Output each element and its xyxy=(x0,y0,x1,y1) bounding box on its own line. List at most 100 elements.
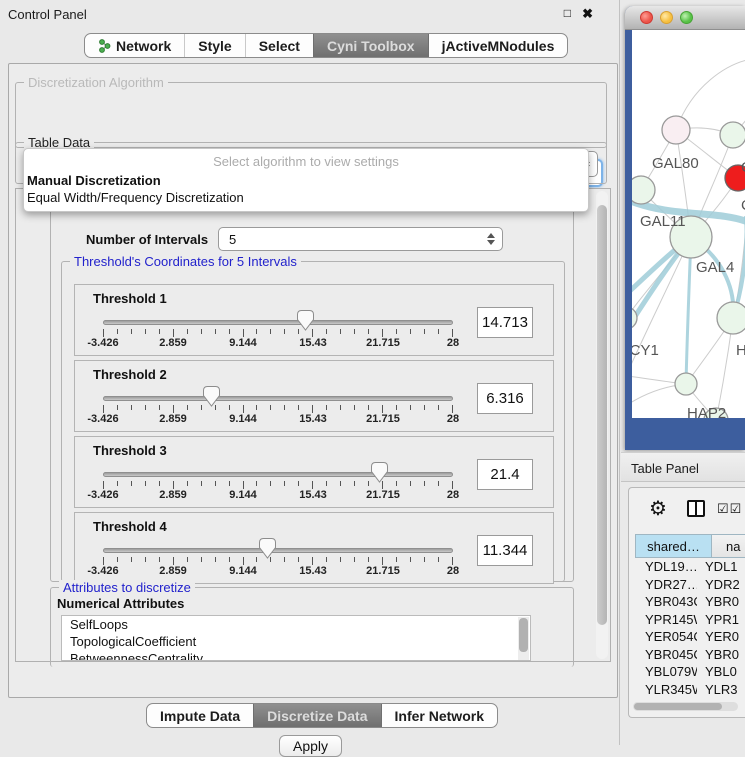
tick-label: 2.859 xyxy=(143,489,203,501)
threshold-1-slider-track[interactable] xyxy=(103,320,453,325)
column-header-name[interactable]: na xyxy=(712,535,745,557)
threshold-1-value-field[interactable]: 14.713 xyxy=(477,307,533,338)
tick-label: -3.426 xyxy=(73,565,133,577)
threshold-3-slider-track[interactable] xyxy=(103,472,453,477)
network-node[interactable] xyxy=(675,373,697,395)
network-node-label: G xyxy=(741,159,745,176)
threshold-4-slider-thumb[interactable] xyxy=(259,538,276,559)
tab-jactivemnodules[interactable]: jActiveMNodules xyxy=(428,34,568,57)
table-row[interactable]: YPR145WYPR1 xyxy=(635,611,745,629)
tab-network-label: Network xyxy=(116,38,171,54)
cell-name: YDR2 xyxy=(697,577,745,592)
checkbox-icons[interactable]: ☑☑ xyxy=(717,501,742,517)
attribute-item-selfloops[interactable]: SelfLoops xyxy=(62,616,530,633)
attributes-scrollbar[interactable] xyxy=(518,617,529,661)
settings-vertical-scrollbar[interactable] xyxy=(596,191,608,659)
threshold-1-label: Threshold 1 xyxy=(93,291,167,306)
bottom-tab-impute-data[interactable]: Impute Data xyxy=(147,704,253,727)
tick-label: 21.715 xyxy=(353,337,413,349)
algorithm-dropdown-prompt: Select algorithm to view settings xyxy=(24,152,588,172)
network-node[interactable] xyxy=(720,122,745,148)
apply-button[interactable]: Apply xyxy=(279,735,342,757)
float-window-icon[interactable]: □ xyxy=(564,6,571,20)
tick-label: 9.144 xyxy=(213,565,273,577)
cell-shared-name: YLR345W xyxy=(635,682,697,697)
network-node[interactable] xyxy=(717,302,745,334)
threshold-2-label: Threshold 2 xyxy=(93,367,167,382)
discretization-algorithm-title: Discretization Algorithm xyxy=(24,75,168,90)
network-node[interactable] xyxy=(662,116,690,144)
threshold-2-panel: Threshold 2-3.4262.8599.14415.4321.71528… xyxy=(74,360,554,432)
number-of-intervals-label: Number of Intervals xyxy=(86,232,208,247)
close-traffic-light-icon[interactable] xyxy=(640,11,653,24)
window-title: Control Panel xyxy=(8,7,87,22)
table-row[interactable]: YBR043CYBR0 xyxy=(635,593,745,611)
minimize-traffic-light-icon[interactable] xyxy=(660,11,673,24)
network-node-label: C xyxy=(741,197,745,214)
attribute-item-topologicalcoefficient[interactable]: TopologicalCoefficient xyxy=(62,633,530,650)
table-row[interactable]: YIL052CYIL0 xyxy=(635,698,745,700)
numerical-attributes-list[interactable]: SelfLoopsTopologicalCoefficientBetweenne… xyxy=(61,615,531,661)
gear-icon[interactable]: ⚙ xyxy=(649,496,667,521)
table-row[interactable]: YDL19…YDL1 xyxy=(635,558,745,576)
network-node[interactable] xyxy=(632,176,655,204)
close-window-icon[interactable]: ✖ xyxy=(582,6,593,22)
tab-cyni-toolbox-label: Cyni Toolbox xyxy=(327,38,415,54)
table-row[interactable]: YLR345WYLR3 xyxy=(635,681,745,699)
algorithm-option-equal-width-frequency-discretization[interactable]: Equal Width/Frequency Discretization xyxy=(24,189,588,206)
threshold-3-label: Threshold 3 xyxy=(93,443,167,458)
zoom-traffic-light-icon[interactable] xyxy=(680,11,693,24)
table-panel-titlebar: Table Panel xyxy=(621,452,745,482)
threshold-3-slider-thumb[interactable] xyxy=(371,462,388,483)
cell-name: YBL0 xyxy=(697,664,745,679)
cell-name: YDL1 xyxy=(697,559,745,574)
network-node-label: GAL80 xyxy=(652,155,699,172)
right-column: GAL80GCGAL11GAL4GCY1HHAP2 Table Panel ⚙ … xyxy=(621,0,745,745)
discretization-algorithm-group: Discretization Algorithm xyxy=(15,82,607,148)
tab-cyni-toolbox[interactable]: Cyni Toolbox xyxy=(313,34,428,57)
cell-shared-name: YIL052C xyxy=(635,699,697,700)
threshold-3-value-field[interactable]: 21.4 xyxy=(477,459,533,490)
tab-select[interactable]: Select xyxy=(245,34,313,57)
tick-label: 28 xyxy=(423,489,483,501)
table-row[interactable]: YBL079WYBL0 xyxy=(635,663,745,681)
tab-style[interactable]: Style xyxy=(184,34,244,57)
tick-label: 2.859 xyxy=(143,413,203,425)
network-canvas[interactable]: GAL80GCGAL11GAL4GCY1HHAP2 xyxy=(632,30,745,418)
cell-shared-name: YER054C xyxy=(635,629,697,644)
table-row[interactable]: YER054CYER0 xyxy=(635,628,745,646)
cell-shared-name: YPR145W xyxy=(635,612,697,627)
threshold-4-slider-track[interactable] xyxy=(103,548,453,553)
bottom-tab-discretize-data[interactable]: Discretize Data xyxy=(253,704,380,727)
algorithm-option-manual-discretization[interactable]: Manual Discretization xyxy=(24,172,588,189)
cell-name: YER0 xyxy=(697,629,745,644)
table-row[interactable]: YBR045CYBR0 xyxy=(635,646,745,664)
threshold-3-ticks xyxy=(103,481,453,489)
network-edge-thick[interactable] xyxy=(686,237,691,384)
threshold-1-slider-thumb[interactable] xyxy=(297,310,314,331)
algorithm-dropdown-popup: Select algorithm to view settings Manual… xyxy=(23,148,589,212)
network-edge[interactable] xyxy=(676,60,745,130)
node-table[interactable]: shared…naYDL19…YDL1YDR27…YDR2YBR043CYBR0… xyxy=(635,534,745,700)
tick-label: 28 xyxy=(423,337,483,349)
column-header-shared-name[interactable]: shared… xyxy=(636,535,712,557)
network-node-label: HAP2 xyxy=(687,405,726,418)
tab-network[interactable]: Network xyxy=(85,34,184,57)
bottom-tab-infer-network[interactable]: Infer Network xyxy=(381,704,497,727)
threshold-4-value-field[interactable]: 11.344 xyxy=(477,535,533,566)
attributes-group-title: Attributes to discretize xyxy=(59,580,195,595)
table-row[interactable]: YDR27…YDR2 xyxy=(635,576,745,594)
tab-style-label: Style xyxy=(198,38,231,54)
attribute-item-betweennesscentrality[interactable]: BetweennessCentrality xyxy=(62,650,530,661)
algorithm-dropdown-options: Manual DiscretizationEqual Width/Frequen… xyxy=(24,172,588,206)
tick-label: 9.144 xyxy=(213,489,273,501)
threshold-2-value-field[interactable]: 6.316 xyxy=(477,383,533,414)
threshold-2-slider-track[interactable] xyxy=(103,396,453,401)
threshold-4-label: Threshold 4 xyxy=(93,519,167,534)
number-of-intervals-combobox[interactable]: 5 xyxy=(218,227,503,251)
tick-label: 15.43 xyxy=(283,489,343,501)
table-horizontal-scrollbar[interactable] xyxy=(633,702,738,711)
threshold-2-slider-thumb[interactable] xyxy=(203,386,220,407)
tick-label: 15.43 xyxy=(283,337,343,349)
columns-icon[interactable] xyxy=(687,500,705,517)
